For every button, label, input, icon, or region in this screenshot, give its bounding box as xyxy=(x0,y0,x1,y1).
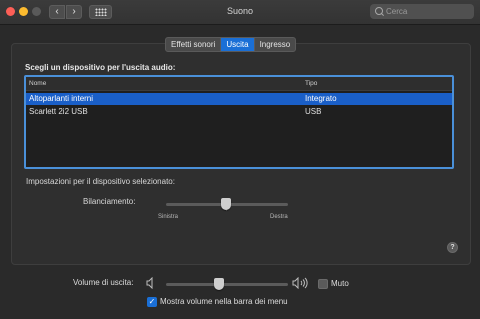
device-name: Scarlett 2i2 USB xyxy=(29,107,88,116)
balance-right-label: Destra xyxy=(270,214,288,220)
device-type: Integrato xyxy=(305,94,337,103)
tab-ingresso[interactable]: Ingresso xyxy=(253,38,296,51)
show-volume-checkbox[interactable]: ✓ xyxy=(147,297,157,307)
table-header: Nome Tipo xyxy=(26,77,452,91)
tab-bar: Effetti sonori Uscita Ingresso xyxy=(165,37,297,52)
search-icon xyxy=(375,7,383,15)
help-button[interactable]: ? xyxy=(447,242,458,253)
search-field[interactable] xyxy=(370,4,474,19)
search-input[interactable] xyxy=(386,5,470,18)
volume-slider-knob[interactable] xyxy=(214,278,224,290)
speaker-high-icon xyxy=(292,277,308,289)
section-title: Scegli un dispositivo per l'uscita audio… xyxy=(25,63,176,72)
device-name: Altoparlanti interni xyxy=(29,94,94,103)
output-volume-label: Volume di uscita: xyxy=(73,278,134,287)
balance-label: Bilanciamento: xyxy=(83,197,136,206)
device-type: USB xyxy=(305,107,322,116)
tab-effetti-sonori[interactable]: Effetti sonori xyxy=(166,38,220,51)
device-settings-label: Impostazioni per il dispositivo selezion… xyxy=(26,177,175,186)
table-row-selected[interactable]: Altoparlanti interni Integrato xyxy=(26,93,452,105)
title-bar: ‹ › Suono xyxy=(0,0,480,25)
output-device-table[interactable]: Nome Tipo Altoparlanti interni Integrato… xyxy=(24,75,454,169)
mute-checkbox[interactable] xyxy=(318,279,328,289)
mute-label: Muto xyxy=(331,279,349,288)
balance-left-label: Sinistra xyxy=(158,214,179,220)
speaker-low-icon xyxy=(146,277,153,289)
balance-slider-knob[interactable] xyxy=(221,198,231,210)
show-volume-label: Mostra volume nella barra dei menu xyxy=(160,297,288,306)
column-header-name[interactable]: Nome xyxy=(29,80,46,87)
table-row[interactable]: Scarlett 2i2 USB USB xyxy=(26,106,452,118)
volume-slider-track[interactable] xyxy=(166,283,288,286)
tab-uscita[interactable]: Uscita xyxy=(220,38,254,51)
column-header-type[interactable]: Tipo xyxy=(305,80,317,87)
